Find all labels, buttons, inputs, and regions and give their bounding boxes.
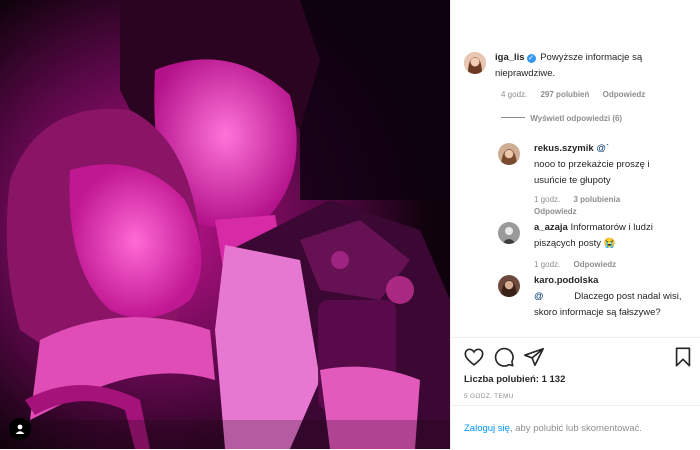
comment-body: iga_lis ✓ Powyższe informacje są nieprawd… [495,50,695,82]
reply-button[interactable]: Odpowiedz [603,90,646,99]
comment-avatar[interactable] [498,275,520,297]
save-button[interactable] [672,346,694,368]
comment-time: 4 godz. [501,90,528,99]
comment-username[interactable]: karo.podolska [534,275,598,286]
avatar-image [498,222,520,244]
reply-button[interactable]: Odpowiedz [534,207,577,216]
comment-text: Dlaczego post nadal wisi, skoro informac… [534,291,682,318]
verified-badge-icon: ✓ [526,54,536,63]
comment-mention[interactable]: @` [596,143,609,154]
comments-list: iga_lis ✓ Powyższe informacje są nieprawd… [451,0,700,337]
comment-username[interactable]: rekus.szymik [534,143,594,154]
comment-body: a_azaja Informatorów i ludzi piszących p… [534,220,684,252]
post-photo[interactable] [0,0,450,449]
comment-meta: 4 godz. 297 polubień Odpowiedz [501,89,656,101]
view-replies-button[interactable]: Wyświetl odpowiedzi (6) [501,113,633,125]
view-replies-label: Wyświetl odpowiedzi (6) [530,114,623,123]
login-prompt: Zaloguj się, aby polubić lub skomentować… [451,405,700,450]
reply-button[interactable]: Odpowiedz [573,260,616,269]
replies-line-divider [501,117,525,118]
post-timestamp[interactable]: 5 GODZ. TEMU [464,393,514,400]
comment-likes[interactable]: 3 polubienia [573,195,620,204]
avatar-image [498,143,520,165]
post-photo-image [0,0,450,449]
avatar-image [498,275,520,297]
comment-button[interactable] [493,346,515,368]
comment-avatar[interactable] [498,143,520,165]
share-button[interactable] [523,346,545,368]
like-button[interactable] [463,346,485,368]
bookmark-icon [675,347,691,367]
comment-avatar[interactable] [498,222,520,244]
comment-body: rekus.szymik @` nooo to przekażcie prosz… [534,141,684,189]
login-link[interactable]: Zaloguj się [464,423,510,434]
user-tag-icon [15,424,25,434]
comment-time: 1 godz. [534,260,561,269]
comment-meta: 1 godz. 3 polubienia Odpowiedz [534,194,684,218]
avatar-image [464,52,486,74]
comment-username[interactable]: a_azaja [534,222,568,233]
heart-icon [464,348,484,366]
comment-meta: 1 godz. Odpowiedz [534,259,627,271]
comment-avatar[interactable] [464,52,486,74]
comment-time: 1 godz. [534,195,561,204]
comment-icon [494,347,514,367]
post-side-panel: iga_lis ✓ Powyższe informacje są nieprawd… [450,0,700,449]
likes-count[interactable]: Liczba polubień: 1 132 [464,374,565,385]
comment-mention[interactable]: @ [534,291,544,302]
comment-username[interactable]: iga_lis [495,52,525,63]
crying-emoji-icon: 😭 [603,238,616,249]
comment-text: nooo to przekażcie proszę i usuńcie te g… [534,159,650,186]
login-prompt-text: , aby polubić lub skomentować. [509,423,642,434]
post-actions: Liczba polubień: 1 132 5 GODZ. TEMU Zalo… [451,337,700,449]
comment-likes[interactable]: 297 polubień [540,90,589,99]
share-icon [524,347,544,367]
user-tag-button[interactable] [9,418,31,440]
comment-body: karo.podolska @ Dlaczego post nadal wisi… [534,273,684,321]
